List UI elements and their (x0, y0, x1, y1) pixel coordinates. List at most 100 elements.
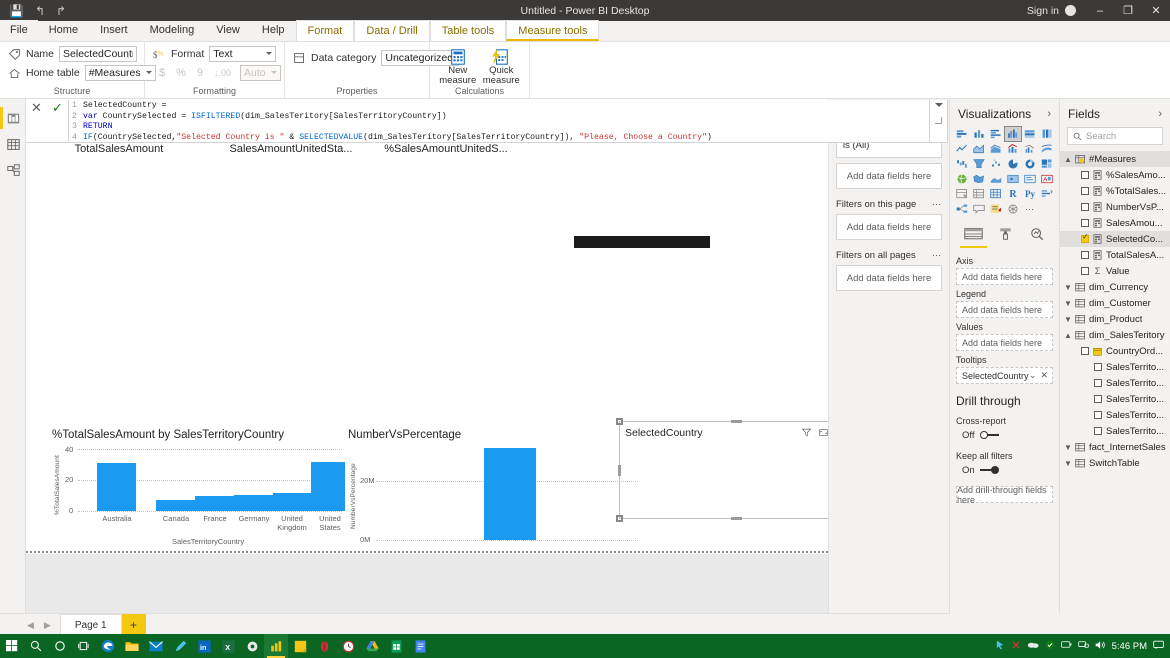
cross-report-toggle[interactable] (980, 431, 1000, 440)
undo-icon[interactable]: ↰ (35, 5, 45, 17)
well-dropzone-legend[interactable]: Add data fields here (956, 301, 1053, 318)
chevron-right-icon[interactable]: › (1158, 108, 1162, 120)
viz-smart-narrative-icon[interactable] (988, 202, 1004, 216)
fields-table-dim-salesteritory[interactable]: ▲ dim_SalesTeritory (1060, 327, 1170, 343)
field-checkbox[interactable] (1094, 363, 1102, 371)
viz-100-stacked-column-chart-icon[interactable] (1039, 127, 1055, 141)
formula-bar-expander[interactable] (930, 100, 948, 142)
chevron-up-icon[interactable]: ▲ (1064, 155, 1072, 164)
add-page-button[interactable]: + (122, 614, 146, 636)
viz-filled-map-icon[interactable] (971, 172, 987, 186)
viz-map-icon[interactable] (954, 172, 970, 186)
fields-tab-icon[interactable] (964, 227, 983, 248)
viz-area-chart-icon[interactable] (971, 142, 987, 156)
tab-measure-tools[interactable]: Measure tools (506, 20, 599, 41)
decimal-places-button[interactable]: ↓.00 (212, 68, 233, 78)
chevron-up-icon[interactable]: ▲ (1064, 331, 1072, 340)
minimize-button[interactable]: – (1086, 0, 1114, 21)
bar-australia[interactable] (97, 463, 136, 511)
tray-close-icon[interactable] (1011, 640, 1021, 653)
field-countryorder[interactable]: CountryOrd... (1060, 343, 1170, 359)
resize-grip-icon[interactable] (935, 117, 942, 124)
viz-more-visuals-icon[interactable]: ⋯ (1022, 202, 1038, 216)
viz-100-stacked-bar-chart-icon[interactable] (1022, 127, 1038, 141)
bar-canada[interactable] (156, 500, 195, 511)
chevron-down-icon[interactable]: ▼ (1064, 443, 1072, 452)
chevron-right-icon[interactable]: ▶ (39, 620, 56, 631)
currency-format-button[interactable]: $ (157, 67, 167, 79)
tab-file[interactable]: File (0, 20, 38, 41)
viz-stacked-bar-chart-icon[interactable] (954, 127, 970, 141)
quick-measure-button[interactable]: Quick measure (482, 46, 522, 86)
viz-funnel-chart-icon[interactable] (971, 157, 987, 171)
tab-table-tools[interactable]: Table tools (430, 20, 507, 41)
bar-chart-number-vs-percentage[interactable]: NumberVsPercentage NumberVsPercentage 20… (348, 429, 638, 549)
settings-gear-icon[interactable] (240, 634, 264, 658)
field-salesterritory-4[interactable]: SalesTerrito... (1060, 407, 1170, 423)
field-checkbox[interactable] (1081, 267, 1089, 275)
percent-format-button[interactable]: % (174, 67, 188, 79)
sticky-notes-icon[interactable] (288, 634, 312, 658)
tab-insert[interactable]: Insert (89, 20, 139, 41)
linkedin-icon[interactable]: in (192, 634, 216, 658)
resize-handle-n[interactable] (731, 420, 742, 423)
filters-page-dropzone[interactable]: Add data fields here (836, 214, 942, 240)
fields-table-dim-product[interactable]: ▼ dim_Product (1060, 311, 1170, 327)
pen-icon[interactable] (168, 634, 192, 658)
save-icon[interactable]: 💾 (9, 5, 24, 17)
field-checkbox[interactable] (1094, 395, 1102, 403)
bar-value[interactable] (484, 448, 536, 540)
viz-key-influencers-icon[interactable] (1039, 187, 1055, 201)
bar-france[interactable] (195, 496, 234, 511)
google-drive-icon[interactable] (360, 634, 384, 658)
field-salesamount[interactable]: SalesAmou... (1060, 215, 1170, 231)
volume-icon[interactable] (1095, 640, 1106, 653)
sign-in-button[interactable]: Sign in (1027, 5, 1065, 17)
excel-icon[interactable]: X (216, 634, 240, 658)
viz-line-clustered-column-chart-icon[interactable] (1022, 142, 1038, 156)
viz-slicer-icon[interactable] (988, 187, 1004, 201)
chevron-down-icon[interactable]: ⌄ (1029, 370, 1037, 381)
redo-icon[interactable]: ↱ (56, 5, 66, 17)
viz-pie-chart-icon[interactable] (1005, 157, 1021, 171)
viz-line-stacked-column-chart-icon[interactable] (1005, 142, 1021, 156)
field-salesterritory-2[interactable]: SalesTerrito... (1060, 375, 1170, 391)
close-button[interactable]: ✕ (1142, 0, 1170, 21)
selected-visual-container[interactable]: SelectedCountry ⋯ (619, 421, 828, 519)
field-checkbox[interactable] (1081, 203, 1089, 211)
viz-q-and-a-icon[interactable] (971, 202, 987, 216)
viz-waterfall-chart-icon[interactable] (954, 157, 970, 171)
field-checkbox[interactable] (1081, 347, 1089, 355)
focus-mode-icon[interactable] (819, 428, 828, 437)
cortana-icon[interactable] (48, 634, 72, 658)
fields-table-dim-currency[interactable]: ▼ dim_Currency (1060, 279, 1170, 295)
mail-icon[interactable] (144, 634, 168, 658)
viz-clustered-column-chart-icon[interactable] (1005, 127, 1021, 141)
viz-ribbon-chart-icon[interactable] (1039, 142, 1055, 156)
battery-icon[interactable] (1061, 640, 1072, 652)
chevron-down-icon[interactable]: ▼ (1064, 459, 1072, 468)
viz-card-icon[interactable]: A (1039, 172, 1055, 186)
data-view-icon[interactable] (0, 131, 26, 157)
field-totalsalesamount[interactable]: TotalSalesA... (1060, 247, 1170, 263)
more-options-icon[interactable]: ⋯ (932, 199, 942, 210)
resize-handle-s[interactable] (731, 517, 742, 520)
chevron-down-icon[interactable]: ▼ (1064, 315, 1072, 324)
analytics-magnifier-icon[interactable] (1029, 227, 1045, 248)
chevron-down-icon[interactable]: ▼ (1064, 299, 1072, 308)
viz-azure-map-icon[interactable] (1005, 172, 1021, 186)
chevron-left-icon[interactable]: ◀ (22, 620, 39, 631)
network-icon[interactable] (1078, 640, 1089, 652)
field-numbervspercentage[interactable]: NumberVsP... (1060, 199, 1170, 215)
viz-gauge-chart-icon[interactable] (1022, 172, 1038, 186)
field-checkbox[interactable] (1081, 187, 1089, 195)
drill-through-dropzone[interactable]: Add drill-through fields here (956, 486, 1053, 503)
onedrive-icon[interactable] (1027, 640, 1039, 652)
decimals-select[interactable]: Auto (240, 65, 281, 81)
field-checkbox[interactable] (1094, 379, 1102, 387)
tab-home[interactable]: Home (38, 20, 89, 41)
well-dropzone-values[interactable]: Add data fields here (956, 334, 1053, 351)
remove-field-icon[interactable]: ✕ (1040, 370, 1048, 381)
field-checkbox[interactable] (1081, 171, 1089, 179)
edge-icon[interactable] (96, 634, 120, 658)
